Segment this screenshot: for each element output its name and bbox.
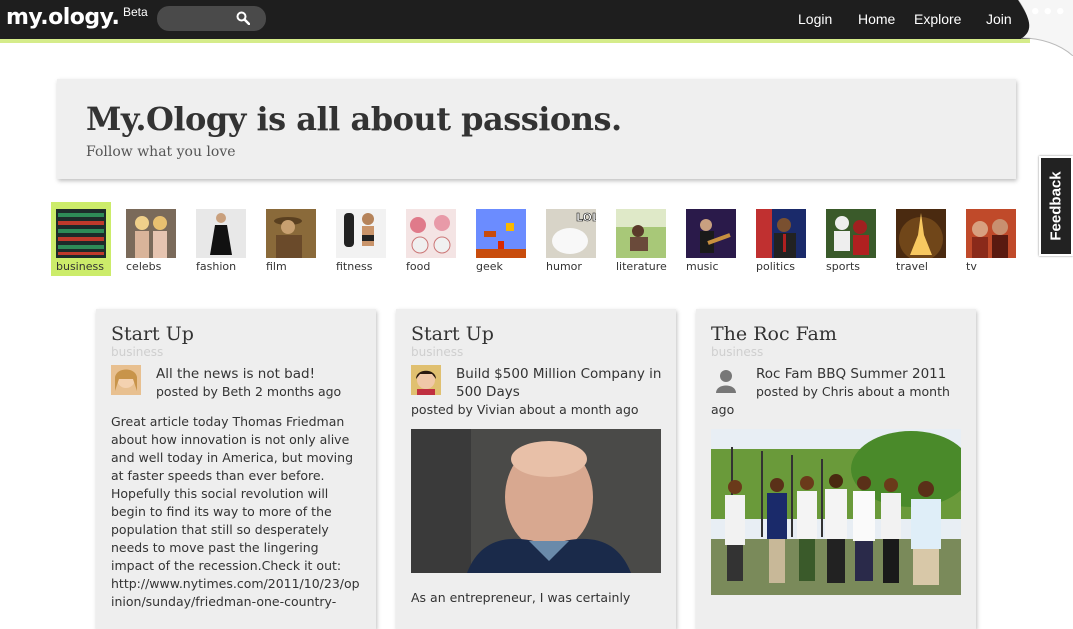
category-food[interactable]: food [401, 202, 461, 276]
travel-thumbnail [896, 209, 946, 258]
category-label: tv [966, 260, 977, 273]
category-label: humor [546, 260, 582, 273]
card-category[interactable]: business [711, 345, 763, 359]
nav-explore[interactable]: Explore [914, 11, 961, 27]
feedback-label: Feedback [1047, 171, 1065, 241]
post-card[interactable]: The Roc Fam business Roc Fam BBQ Summer … [696, 309, 976, 629]
post-title[interactable]: All the news is not bad! [156, 365, 366, 383]
top-bar-accent [0, 39, 1030, 43]
category-label: film [266, 260, 287, 273]
humor-thumbnail: LOL [546, 209, 596, 258]
category-label: celebs [126, 260, 162, 273]
hero-title: My.Ology is all about passions. [86, 100, 622, 138]
category-label: sports [826, 260, 861, 273]
category-fashion[interactable]: fashion [191, 202, 251, 276]
top-bar: my.ology. Beta Login Home Explore Join [0, 0, 1073, 39]
post-card[interactable]: Start Up business Build $500 Million Com… [396, 309, 676, 629]
card-category[interactable]: business [411, 345, 463, 359]
fashion-thumbnail [196, 209, 246, 258]
search-icon[interactable] [236, 11, 250, 25]
category-geek[interactable]: geek [471, 202, 531, 276]
business-thumbnail [56, 209, 106, 258]
literature-thumbnail [616, 209, 666, 258]
post-card[interactable]: Start Up business All the news is not ba… [96, 309, 376, 629]
post-image[interactable] [411, 429, 661, 573]
category-literature[interactable]: literature [611, 202, 671, 276]
category-label: geek [476, 260, 503, 273]
category-travel[interactable]: travel [891, 202, 951, 276]
card-category[interactable]: business [111, 345, 163, 359]
category-label: politics [756, 260, 795, 273]
fitness-thumbnail [336, 209, 386, 258]
logo[interactable]: my.ology. [6, 5, 120, 30]
post-body: Great article today Thomas Friedman abou… [111, 414, 360, 609]
avatar[interactable] [111, 365, 141, 395]
post-title-block: Build $500 Million Company in 500 Days [456, 365, 666, 401]
post-meta: posted by Beth 2 months ago [156, 384, 342, 399]
celebs-thumbnail [126, 209, 176, 258]
category-sports[interactable]: sports [821, 202, 881, 276]
post-title-block: All the news is not bad! posted by Beth … [156, 365, 366, 401]
post-meta: posted by Vivian about a month ago [411, 402, 639, 417]
sports-thumbnail [826, 209, 876, 258]
card-title[interactable]: The Roc Fam [711, 323, 837, 345]
tv-thumbnail [966, 209, 1016, 258]
avatar[interactable] [411, 365, 441, 395]
music-thumbnail [686, 209, 736, 258]
politics-thumbnail [756, 209, 806, 258]
category-business[interactable]: business [51, 202, 111, 276]
category-politics[interactable]: politics [751, 202, 811, 276]
food-thumbnail [406, 209, 456, 258]
card-title[interactable]: Start Up [411, 323, 494, 345]
beta-badge: Beta [123, 5, 148, 19]
post-meta: posted by Chris about a month ago [711, 384, 950, 417]
category-label: music [686, 260, 719, 273]
nav-home[interactable]: Home [858, 11, 895, 27]
category-label: literature [616, 260, 667, 273]
category-music[interactable]: music [681, 202, 741, 276]
category-label: food [406, 260, 431, 273]
post-image[interactable] [711, 429, 961, 595]
category-label: fashion [196, 260, 237, 273]
card-title[interactable]: Start Up [111, 323, 194, 345]
search-box[interactable] [157, 6, 266, 31]
film-thumbnail [266, 209, 316, 258]
hero-banner: My.Ology is all about passions. Follow w… [57, 79, 1016, 179]
geek-thumbnail [476, 209, 526, 258]
nav-join[interactable]: Join [986, 11, 1012, 27]
category-celebs[interactable]: celebs [121, 202, 181, 276]
post-title[interactable]: Roc Fam BBQ Summer 2011 [756, 365, 966, 383]
post-title-block: Roc Fam BBQ Summer 2011 [756, 365, 966, 383]
svg-text:LOL: LOL [576, 211, 596, 224]
category-label: business [56, 260, 104, 273]
post-title[interactable]: Build $500 Million Company in 500 Days [456, 365, 666, 401]
feedback-tab[interactable]: Feedback [1039, 156, 1073, 256]
category-tv[interactable]: tv [961, 202, 1021, 276]
hero-subtitle: Follow what you love [86, 144, 236, 160]
category-label: fitness [336, 260, 373, 273]
nav-login[interactable]: Login [798, 11, 832, 27]
more-icon[interactable]: ••• [1029, 2, 1067, 23]
category-label: travel [896, 260, 928, 273]
category-fitness[interactable]: fitness [331, 202, 391, 276]
category-humor[interactable]: LOL humor [541, 202, 601, 276]
post-body: As an entrepreneur, I was certainly [411, 590, 631, 605]
category-film[interactable]: film [261, 202, 321, 276]
